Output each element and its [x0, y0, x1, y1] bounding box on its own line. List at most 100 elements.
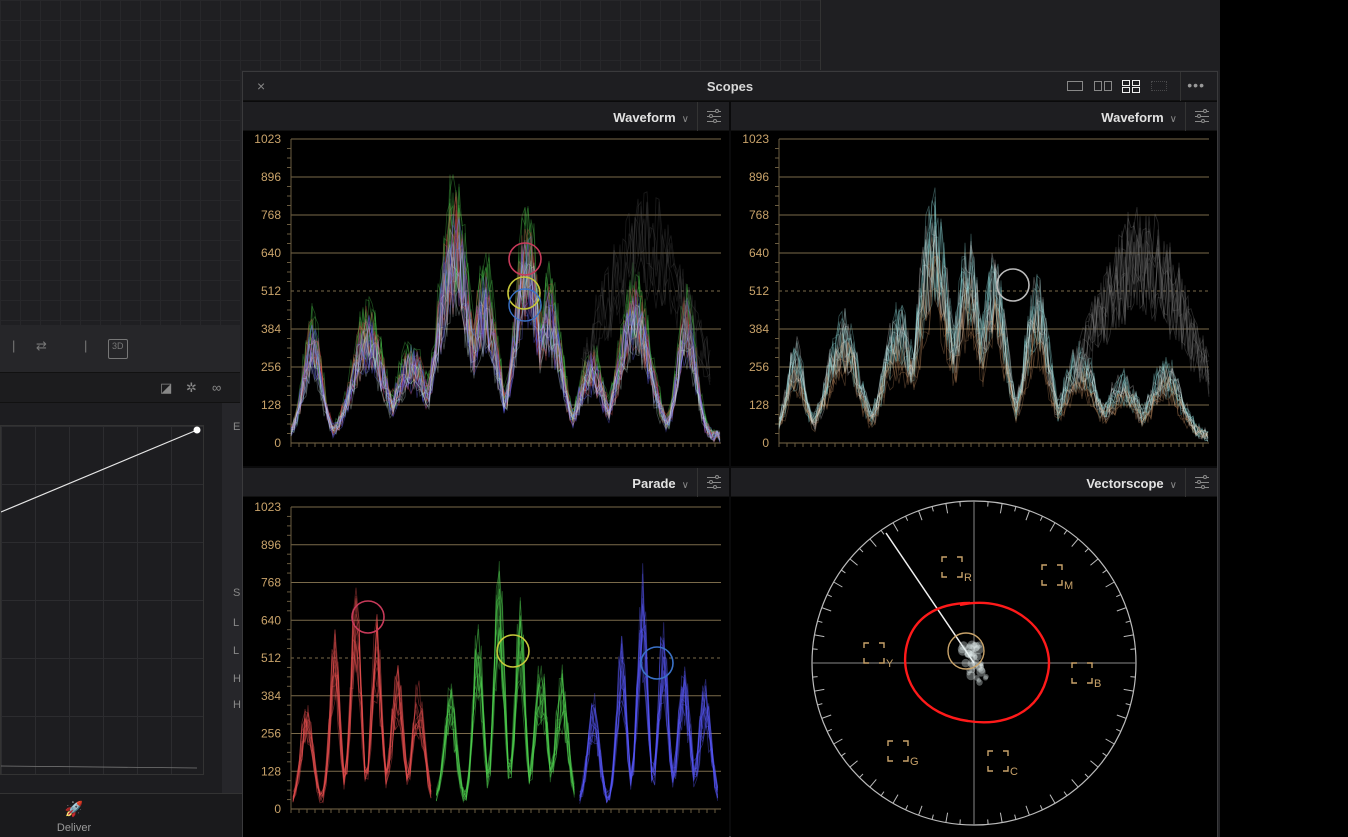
scale-tick-label: 512 [261, 651, 281, 665]
node-editor-panel-middle[interactable] [240, 0, 820, 70]
scale-tick-label: 1023 [254, 132, 281, 146]
scale-tick-label: 0 [274, 436, 281, 450]
scope-panel-parade: Parade ∨ 1023 896 768 640 512 384 256 128 0 [243, 468, 729, 837]
node-editor-panel[interactable] [0, 0, 240, 325]
chevron-down-icon: ∨ [1169, 480, 1177, 491]
chevron-down-icon: ∨ [681, 480, 689, 491]
scope-settings-button[interactable] [697, 102, 729, 131]
layout-single-button[interactable] [1065, 79, 1087, 93]
scale-tick-label: 896 [261, 170, 281, 184]
scale-tick-label: 640 [749, 246, 769, 260]
scale-tick-label: 0 [274, 802, 281, 816]
layout-dual-button[interactable] [1093, 79, 1115, 93]
scale-tick-label: 256 [261, 360, 281, 374]
curves-panel [0, 403, 222, 793]
scope-settings-button[interactable] [1185, 468, 1217, 497]
scope-settings-button[interactable] [1185, 102, 1217, 131]
target-box-G [887, 740, 909, 762]
scope-panel-waveform-right: Waveform ∨ 1023 896 768 640 512 384 256 128 0 [731, 102, 1217, 466]
scale-tick-label: 256 [749, 360, 769, 374]
page-navigation-bar [0, 793, 242, 837]
parade-display[interactable]: 1023 896 768 640 512 384 256 128 0 [243, 497, 729, 837]
target-label-G: G [910, 756, 919, 768]
layout-quad-button[interactable] [1121, 79, 1143, 93]
palette-toolbar: | ⇄ | 3D [0, 325, 240, 373]
scale-tick-label: 256 [261, 727, 281, 741]
target-box-B [1071, 662, 1093, 684]
scope-type-dropdown[interactable]: Waveform ∨ [613, 110, 689, 125]
scope-panel-vectorscope: Vectorscope ∨ R M Y B G C [731, 468, 1217, 837]
rocket-icon: 🚀 [64, 801, 84, 818]
side-letter: H [233, 699, 241, 711]
scale-tick-label: 512 [261, 284, 281, 298]
scopes-titlebar[interactable]: × Scopes ••• [243, 72, 1217, 101]
scope-type-dropdown[interactable]: Parade ∨ [632, 476, 689, 491]
luma-target-circle [996, 268, 1030, 302]
target-box-C [987, 750, 1009, 772]
scope-panel-waveform-left: Waveform ∨ 1023 896 768 640 512 384 256 128 0 [243, 102, 729, 466]
scale-tick-label: 1023 [254, 500, 281, 514]
scope-panel-header: Waveform ∨ [243, 102, 729, 131]
scale-tick-label: 768 [749, 208, 769, 222]
side-labels-column: E S L L H H [222, 403, 242, 793]
scope-panel-header: Parade ∨ [243, 468, 729, 497]
scope-panel-header: Vectorscope ∨ [731, 468, 1217, 497]
side-letter: S [233, 587, 241, 599]
scopes-window: × Scopes ••• Waveform ∨ 1023 896 768 640 512 3… [242, 71, 1218, 837]
scale-tick-label: 512 [749, 284, 769, 298]
scale-tick-label: 896 [261, 538, 281, 552]
side-letter: E [233, 421, 241, 433]
target-label-Y: Y [886, 658, 894, 670]
scale-tick-label: 640 [261, 613, 281, 627]
scale-tick-label: 1023 [742, 132, 769, 146]
curve-mode-icon[interactable]: ◪ [160, 380, 172, 396]
chevron-down-icon: ∨ [681, 114, 689, 125]
deliver-label: Deliver [56, 822, 92, 834]
scale-tick-label: 384 [261, 322, 281, 336]
divider-icon: | [84, 338, 88, 353]
curve-grid[interactable] [0, 425, 204, 775]
scale-tick-label: 128 [261, 764, 281, 778]
scale-tick-label: 768 [261, 576, 281, 590]
curve-line [1, 429, 198, 513]
layout-switcher [1065, 79, 1171, 95]
curve-point [193, 426, 201, 434]
divider-icon: | [12, 338, 16, 353]
more-options-button[interactable]: ••• [1187, 77, 1205, 93]
waveform-display[interactable]: 1023 896 768 640 512 384 256 128 0 [731, 131, 1217, 466]
deliver-page-button[interactable]: 🚀 Deliver [50, 800, 98, 836]
scale-tick-label: 640 [261, 246, 281, 260]
gear-icon[interactable]: ✲ [186, 380, 197, 396]
target-box-Y [863, 642, 885, 664]
side-letter: L [233, 617, 240, 629]
target-box-M [1041, 564, 1063, 586]
curves-subtoolbar: ◪ ✲ ∞ [0, 373, 240, 403]
scope-type-dropdown[interactable]: Vectorscope ∨ [1086, 476, 1177, 491]
scope-panel-header: Waveform ∨ [731, 102, 1217, 131]
scale-tick-label: 384 [261, 689, 281, 703]
scope-type-dropdown[interactable]: Waveform ∨ [1101, 110, 1177, 125]
scale-tick-label: 384 [749, 322, 769, 336]
curve-baseline [1, 765, 198, 769]
chevron-down-icon: ∨ [1169, 114, 1177, 125]
side-letter: L [233, 645, 240, 657]
target-label-C: C [1010, 766, 1018, 778]
scale-tick-label: 128 [261, 398, 281, 412]
target-label-R: R [964, 572, 972, 584]
layout-grid-button[interactable] [1149, 79, 1171, 93]
scale-tick-label: 768 [261, 208, 281, 222]
target-box-R [941, 556, 963, 578]
vectorscope-display[interactable]: R M Y B G C [731, 497, 1217, 837]
side-letter: H [233, 673, 241, 685]
badge-3d-button[interactable]: 3D [108, 339, 128, 359]
scale-tick-label: 896 [749, 170, 769, 184]
swap-icon[interactable]: ⇄ [36, 338, 47, 358]
waveform-display[interactable]: 1023 896 768 640 512 384 256 128 0 [243, 131, 729, 466]
right-top-panel [820, 0, 1220, 70]
target-label-M: M [1064, 580, 1073, 592]
link-icon[interactable]: ∞ [212, 380, 221, 395]
scope-settings-button[interactable] [697, 468, 729, 497]
scale-tick-label: 128 [749, 398, 769, 412]
target-label-B: B [1094, 678, 1101, 690]
scale-tick-label: 0 [762, 436, 769, 450]
